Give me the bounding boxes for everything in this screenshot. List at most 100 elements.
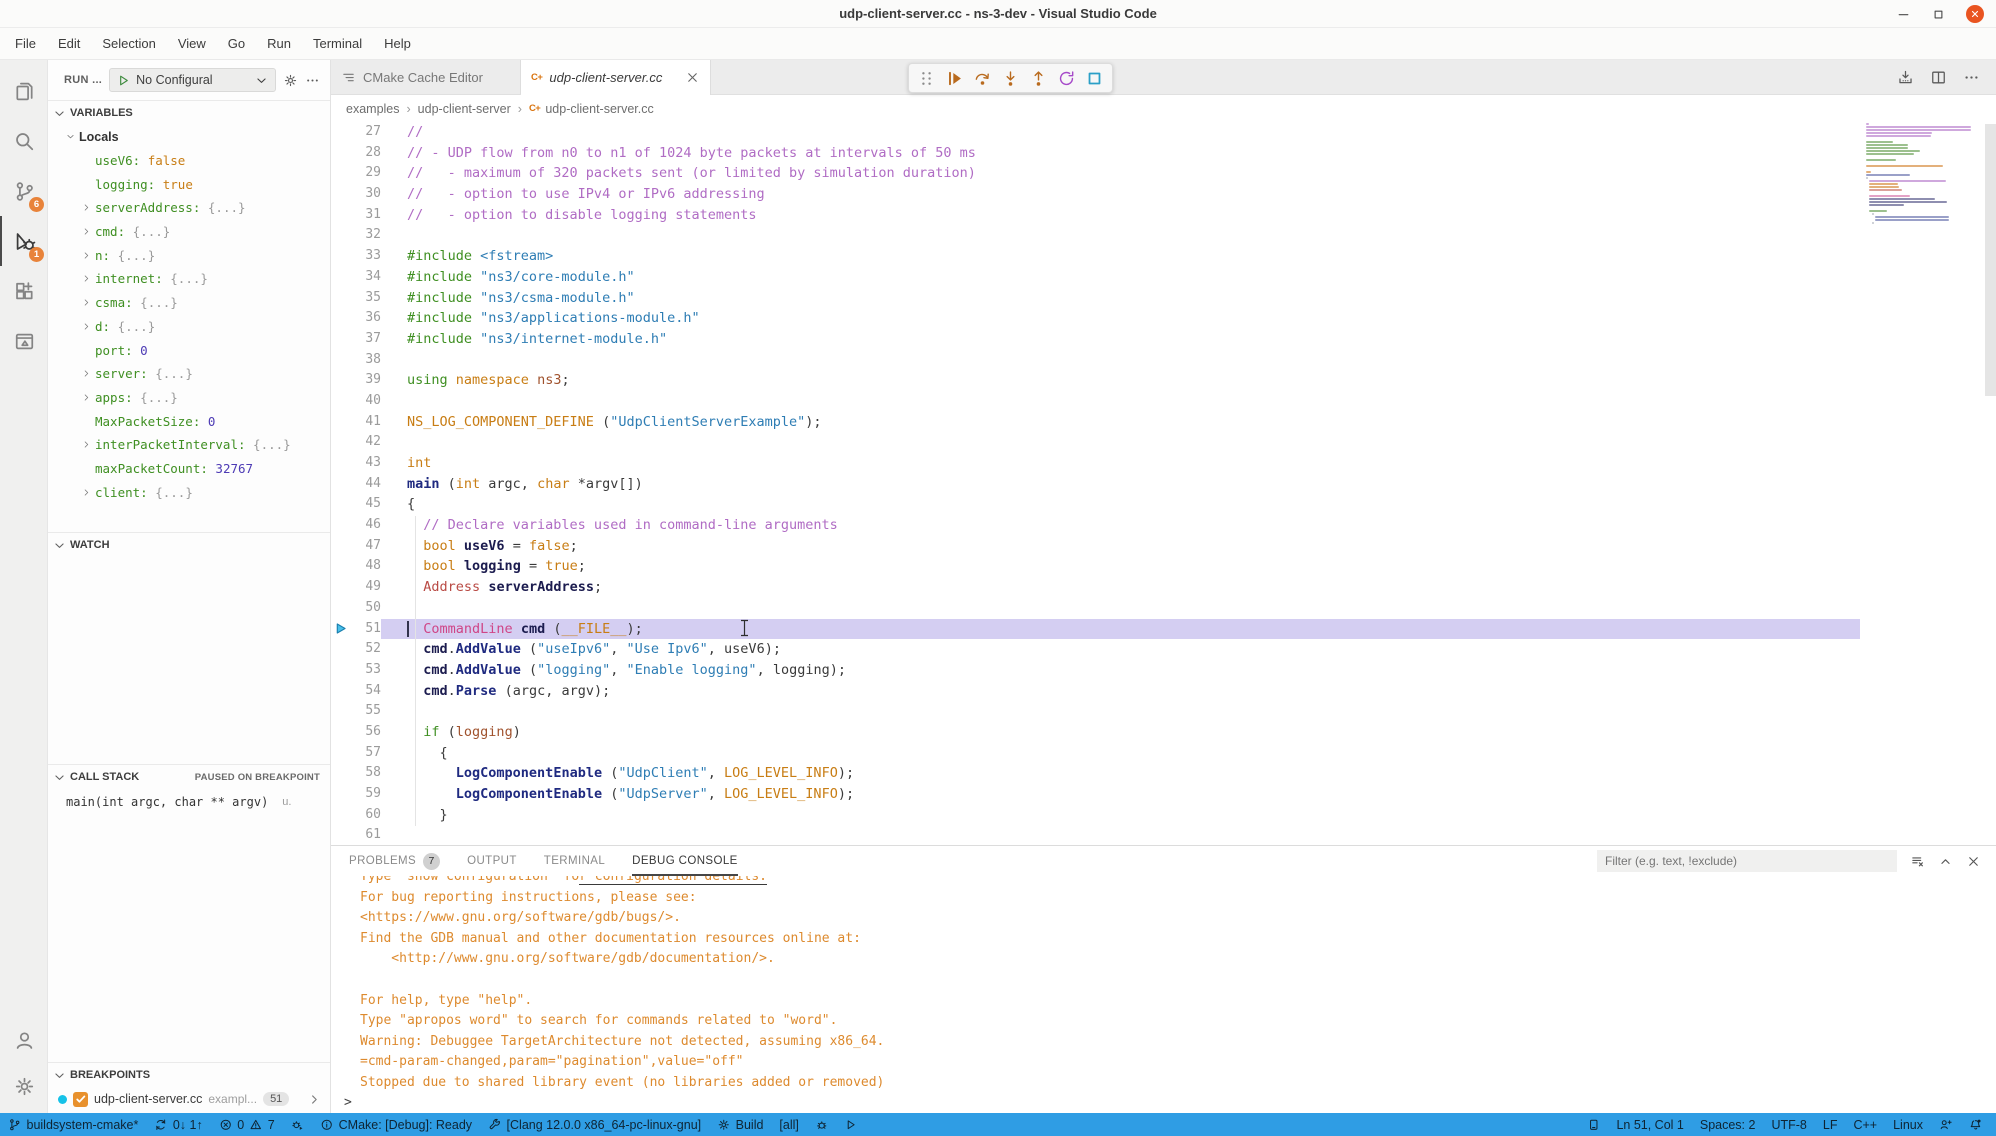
- expand-icon[interactable]: [78, 250, 95, 261]
- code-line-43[interactable]: 43int: [331, 453, 1860, 474]
- scope-locals[interactable]: Locals: [48, 125, 330, 149]
- gutter[interactable]: [331, 763, 351, 784]
- debug-drag-handle-button[interactable]: [914, 66, 939, 91]
- stack-frame[interactable]: main(int argc, char ** argv) u.: [48, 789, 330, 815]
- minimap[interactable]: [1860, 122, 1985, 845]
- gutter[interactable]: [331, 474, 351, 495]
- gutter[interactable]: [331, 722, 351, 743]
- expand-icon[interactable]: [78, 273, 95, 284]
- variable-csma[interactable]: csma: {...}: [48, 291, 330, 315]
- gutter[interactable]: [331, 805, 351, 826]
- code-line-27[interactable]: 27//: [331, 122, 1860, 143]
- expand-icon[interactable]: [78, 392, 95, 403]
- breadcrumb-item[interactable]: C+udp-client-server.cc: [529, 102, 654, 116]
- activitybar-accounts[interactable]: [0, 1017, 47, 1063]
- menu-terminal[interactable]: Terminal: [302, 28, 373, 59]
- status-cmake-status[interactable]: CMake: [Debug]: Ready: [312, 1113, 480, 1136]
- code-line-29[interactable]: 29// - maximum of 320 packets sent (or l…: [331, 163, 1860, 184]
- status-language-mode[interactable]: C++: [1845, 1113, 1885, 1136]
- menu-edit[interactable]: Edit: [47, 28, 91, 59]
- gutter[interactable]: [331, 536, 351, 557]
- gutter[interactable]: [331, 391, 351, 412]
- debug-stop-button[interactable]: [1082, 66, 1107, 91]
- status-build[interactable]: Build: [709, 1113, 771, 1136]
- call-stack-header[interactable]: CALL STACK PAUSED ON BREAKPOINT: [48, 765, 330, 789]
- close-panel-icon[interactable]: [1966, 854, 1981, 869]
- code-line-56[interactable]: 56 if (logging): [331, 722, 1860, 743]
- code-line-57[interactable]: 57 {: [331, 743, 1860, 764]
- status-cursor-position[interactable]: Ln 51, Col 1: [1608, 1113, 1691, 1136]
- gutter[interactable]: [331, 660, 351, 681]
- expand-icon[interactable]: [78, 202, 95, 213]
- minimize-button[interactable]: [1896, 7, 1911, 22]
- gutter[interactable]: [331, 122, 351, 143]
- code-line-42[interactable]: 42: [331, 432, 1860, 453]
- code-line-54[interactable]: 54 cmd.Parse (argc, argv);: [331, 681, 1860, 702]
- tab-udp-client-server-cc[interactable]: C+udp-client-server.cc: [521, 60, 711, 95]
- expand-icon[interactable]: [78, 297, 95, 308]
- gutter[interactable]: [331, 453, 351, 474]
- status-feedback[interactable]: [1931, 1113, 1961, 1136]
- code-line-33[interactable]: 33#include <fstream>: [331, 246, 1860, 267]
- chevron-right-icon[interactable]: [307, 1092, 322, 1107]
- variable-server[interactable]: server: {...}: [48, 362, 330, 386]
- status-cmake-kit[interactable]: [Clang 12.0.0 x86_64-pc-linux-gnu]: [480, 1113, 709, 1136]
- breadcrumb-item[interactable]: udp-client-server: [418, 102, 511, 116]
- activitybar-source-control[interactable]: 6: [0, 166, 47, 216]
- gutter[interactable]: [331, 288, 351, 309]
- code-line-37[interactable]: 37#include "ns3/internet-module.h": [331, 329, 1860, 350]
- code-line-59[interactable]: 59 LogComponentEnable ("UdpServer", LOG_…: [331, 784, 1860, 805]
- variable-client[interactable]: client: {...}: [48, 480, 330, 504]
- gutter[interactable]: [331, 681, 351, 702]
- activitybar-extensions[interactable]: [0, 266, 47, 316]
- debug-step-over-button[interactable]: [970, 66, 995, 91]
- code-line-34[interactable]: 34#include "ns3/core-module.h": [331, 267, 1860, 288]
- menu-run[interactable]: Run: [256, 28, 302, 59]
- status-remote[interactable]: [1579, 1113, 1609, 1136]
- code-line-48[interactable]: 48 bool logging = true;: [331, 556, 1860, 577]
- breakpoint-item[interactable]: udp-client-server.ccexampl...51: [48, 1087, 330, 1111]
- variable-cmd[interactable]: cmd: {...}: [48, 220, 330, 244]
- variable-apps[interactable]: apps: {...}: [48, 386, 330, 410]
- debug-console-output[interactable]: Type "show configuration" for configurat…: [331, 876, 1996, 1091]
- status-debug-target[interactable]: [807, 1113, 837, 1136]
- gutter[interactable]: [331, 184, 351, 205]
- menu-file[interactable]: File: [4, 28, 47, 59]
- panel-tab-problems[interactable]: PROBLEMS7: [349, 846, 440, 876]
- expand-icon[interactable]: [78, 321, 95, 332]
- variables-header[interactable]: VARIABLES: [48, 101, 330, 125]
- restore-button[interactable]: [1931, 7, 1946, 22]
- variable-port[interactable]: port: 0: [48, 338, 330, 362]
- console-filter-input[interactable]: [1597, 850, 1897, 872]
- gutter[interactable]: [331, 701, 351, 722]
- breadcrumb[interactable]: examples›udp-client-server›C+udp-client-…: [331, 95, 1996, 122]
- activitybar-test-explorer[interactable]: [0, 316, 47, 366]
- gutter[interactable]: [331, 556, 351, 577]
- code-line-50[interactable]: 50: [331, 598, 1860, 619]
- variable-n[interactable]: n: {...}: [48, 243, 330, 267]
- breakpoint-checkbox[interactable]: [73, 1092, 88, 1107]
- gutter[interactable]: [331, 639, 351, 660]
- split-editor-icon[interactable]: [1930, 69, 1947, 86]
- gutter[interactable]: [331, 246, 351, 267]
- variable-d[interactable]: d: {...}: [48, 315, 330, 339]
- debug-step-into-button[interactable]: [998, 66, 1023, 91]
- console-input[interactable]: [358, 1095, 1996, 1110]
- gutter[interactable]: [331, 494, 351, 515]
- variable-MaxPacketSize[interactable]: MaxPacketSize: 0: [48, 409, 330, 433]
- status-launch-target[interactable]: [836, 1113, 866, 1136]
- gutter[interactable]: [331, 308, 351, 329]
- gutter[interactable]: [331, 163, 351, 184]
- status-branch[interactable]: buildsystem-cmake*: [0, 1113, 146, 1136]
- code-line-40[interactable]: 40: [331, 391, 1860, 412]
- variable-serverAddress[interactable]: serverAddress: {...}: [48, 196, 330, 220]
- maximize-panel-icon[interactable]: [1938, 854, 1953, 869]
- expand-icon[interactable]: [78, 439, 95, 450]
- menu-selection[interactable]: Selection: [91, 28, 166, 59]
- code-line-55[interactable]: 55: [331, 701, 1860, 722]
- breadcrumb-item[interactable]: examples: [346, 102, 400, 116]
- gutter[interactable]: [331, 577, 351, 598]
- clear-console-icon[interactable]: [1910, 854, 1925, 869]
- start-debugging-icon[interactable]: [116, 73, 131, 88]
- status-eol[interactable]: LF: [1815, 1113, 1846, 1136]
